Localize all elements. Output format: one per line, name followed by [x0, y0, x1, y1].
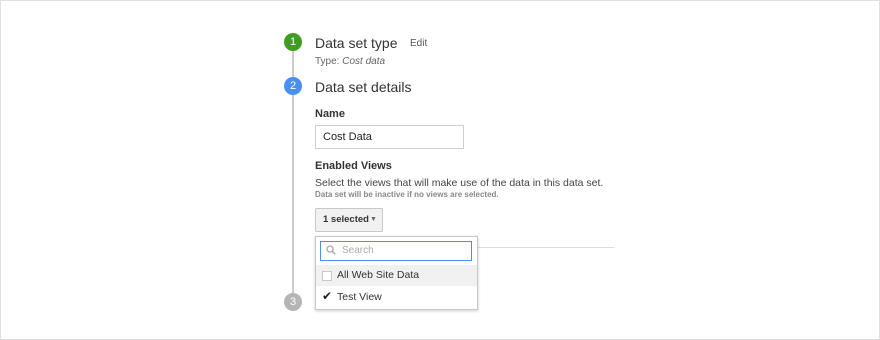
option-label: Test View — [337, 291, 382, 303]
views-select-label: 1 selected — [323, 214, 369, 225]
option-test-view[interactable]: ✔ Test View — [316, 287, 477, 308]
enabled-views-description: Select the views that will make use of t… — [315, 177, 604, 189]
step-2-badge: 2 — [284, 77, 302, 95]
search-icon — [326, 245, 336, 255]
enabled-views-label: Enabled Views — [315, 160, 392, 172]
type-summary: Type: Cost data — [315, 56, 385, 67]
search-input[interactable]: Search — [320, 241, 472, 261]
type-value: Cost data — [342, 56, 386, 67]
step-3-badge: 3 — [284, 293, 302, 311]
step-1-badge: 1 — [284, 33, 302, 51]
name-field[interactable]: Cost Data — [315, 125, 464, 149]
edit-link[interactable]: Edit — [410, 38, 427, 49]
caret-down-icon: ▼ — [370, 216, 377, 223]
step-1-title: Data set type — [315, 35, 398, 51]
step-2-title: Data set details — [315, 79, 412, 95]
views-dropdown: Search All Web Site Data ✔ Test View — [315, 236, 478, 310]
section-divider — [476, 247, 614, 248]
search-placeholder: Search — [342, 245, 374, 256]
checkbox-unchecked-icon[interactable] — [322, 271, 332, 281]
option-all-web-site-data[interactable]: All Web Site Data — [316, 265, 477, 286]
name-label: Name — [315, 108, 345, 120]
views-select-button[interactable]: 1 selected ▼ — [315, 208, 383, 232]
option-label: All Web Site Data — [337, 269, 420, 281]
checkmark-icon[interactable]: ✔ — [322, 289, 332, 303]
enabled-views-hint: Data set will be inactive if no views ar… — [315, 190, 499, 199]
type-prefix: Type: — [315, 56, 340, 67]
name-field-value: Cost Data — [323, 131, 372, 143]
